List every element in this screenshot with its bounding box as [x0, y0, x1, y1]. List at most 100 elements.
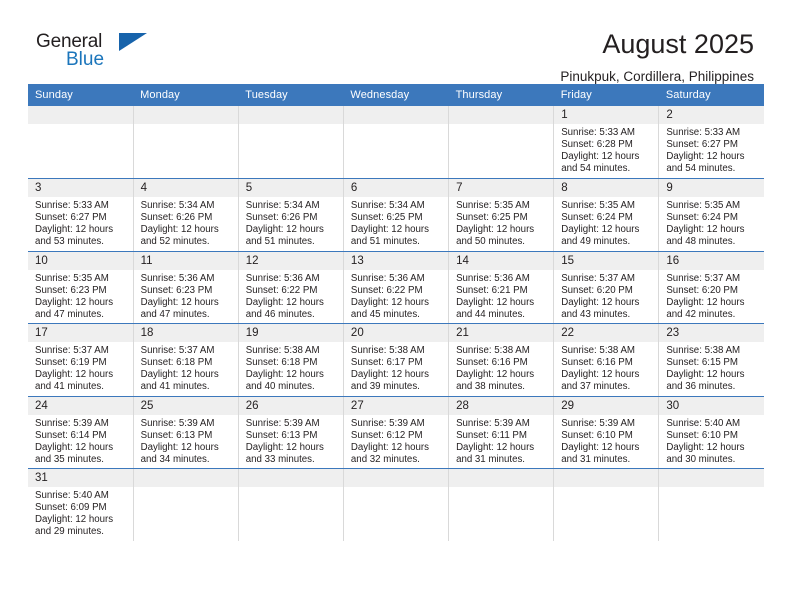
calendar-day-cell-empty — [658, 468, 764, 541]
day-sun-info: Sunrise: 5:39 AM Sunset: 6:13 PM Daylight:… — [239, 415, 343, 466]
day-sun-info: Sunrise: 5:38 AM Sunset: 6:15 PM Daylight:… — [659, 342, 764, 393]
calendar-day-cell[interactable]: 16 Sunrise: 5:37 AM Sunset: 6:20 PM Dayligh… — [658, 251, 764, 324]
sunrise-text: Sunrise: 5:38 AM — [245, 345, 320, 356]
calendar-day-cell[interactable]: 30 Sunrise: 5:40 AM Sunset: 6:10 PM Dayligh… — [658, 396, 764, 469]
calendar-week-row: 17 Sunrise: 5:37 AM Sunset: 6:19 PM Dayligh… — [28, 323, 764, 397]
calendar-day-cell-empty — [133, 468, 239, 541]
daylight-text: and 42 minutes. — [666, 308, 736, 320]
calendar-day-cell[interactable]: 27 Sunrise: 5:39 AM Sunset: 6:12 PM Dayligh… — [343, 396, 450, 469]
sunset-text: Sunset: 6:24 PM — [561, 212, 633, 224]
daylight-text: Daylight: 12 hours — [35, 296, 114, 308]
daylight-text: Daylight: 12 hours — [350, 441, 430, 453]
calendar-day-cell[interactable]: 10 Sunrise: 5:35 AM Sunset: 6:23 PM Dayligh… — [28, 251, 134, 324]
sunrise-text: Sunrise: 5:33 AM — [561, 127, 635, 138]
day-sun-info — [28, 124, 133, 127]
calendar-week-row: 1 Sunrise: 5:33 AM Sunset: 6:28 PM Daylight… — [28, 106, 764, 179]
daylight-text: and 44 minutes. — [456, 308, 525, 320]
calendar-day-cell[interactable]: 11 Sunrise: 5:36 AM Sunset: 6:23 PM Dayligh… — [133, 251, 239, 324]
day-sun-info — [134, 487, 238, 490]
calendar-day-cell[interactable]: 25 Sunrise: 5:39 AM Sunset: 6:13 PM Dayligh… — [133, 396, 239, 469]
sunrise-text: Sunrise: 5:37 AM — [666, 272, 741, 284]
day-number: 8 — [554, 179, 659, 197]
sunset-text: Sunset: 6:20 PM — [561, 284, 633, 296]
calendar-day-cell[interactable]: 21 Sunrise: 5:38 AM Sunset: 6:16 PM Dayligh… — [448, 323, 555, 397]
calendar-day-cell[interactable]: 24 Sunrise: 5:39 AM Sunset: 6:14 PM Dayligh… — [28, 396, 134, 469]
weekday-header-tuesday: Tuesday — [238, 84, 344, 106]
calendar-day-cell[interactable]: 3 Sunrise: 5:33 AM Sunset: 6:27 PM Daylight… — [28, 178, 134, 252]
calendar-day-cell[interactable]: 8 Sunrise: 5:35 AM Sunset: 6:24 PM Daylight… — [553, 178, 660, 252]
daylight-text: and 33 minutes. — [245, 453, 315, 465]
day-number: 31 — [28, 469, 133, 487]
day-sun-info: Sunrise: 5:38 AM Sunset: 6:16 PM Daylight:… — [449, 342, 553, 393]
calendar-day-cell[interactable]: 15 Sunrise: 5:37 AM Sunset: 6:20 PM Dayligh… — [553, 251, 660, 324]
calendar-day-cell[interactable]: 28 Sunrise: 5:39 AM Sunset: 6:11 PM Dayligh… — [448, 396, 555, 469]
day-sun-info: Sunrise: 5:39 AM Sunset: 6:11 PM Daylight:… — [449, 415, 553, 466]
calendar-day-cell[interactable]: 9 Sunrise: 5:35 AM Sunset: 6:24 PM Daylight… — [658, 178, 764, 252]
calendar-day-cell[interactable]: 6 Sunrise: 5:34 AM Sunset: 6:25 PM Daylight… — [343, 178, 450, 252]
day-number: 28 — [449, 396, 554, 415]
daylight-text: Daylight: 12 hours — [456, 441, 535, 453]
daylight-text: and 51 minutes. — [350, 236, 420, 248]
calendar-day-cell[interactable]: 13 Sunrise: 5:36 AM Sunset: 6:22 PM Dayligh… — [343, 251, 450, 324]
calendar-day-cell[interactable]: 12 Sunrise: 5:36 AM Sunset: 6:22 PM Dayligh… — [238, 251, 344, 324]
calendar-day-cell[interactable]: 1 Sunrise: 5:33 AM Sunset: 6:28 PM Daylight… — [553, 106, 660, 179]
sunrise-text: Sunrise: 5:37 AM — [140, 345, 215, 356]
daylight-text: Daylight: 12 hours — [561, 224, 640, 236]
calendar-day-cell[interactable]: 14 Sunrise: 5:36 AM Sunset: 6:21 PM Dayligh… — [448, 251, 555, 324]
daylight-text: Daylight: 12 hours — [350, 296, 430, 308]
daylight-text: Daylight: 12 hours — [561, 441, 640, 453]
day-sun-info: Sunrise: 5:35 AM Sunset: 6:24 PM Daylight:… — [659, 197, 764, 248]
day-sun-info: Sunrise: 5:34 AM Sunset: 6:26 PM Daylight:… — [134, 197, 238, 248]
calendar-day-cell[interactable]: 2 Sunrise: 5:33 AM Sunset: 6:27 PM Daylight… — [658, 106, 764, 179]
day-number: 23 — [659, 324, 764, 342]
day-number — [133, 469, 238, 487]
daylight-text: Daylight: 12 hours — [350, 224, 430, 236]
daylight-text: Daylight: 12 hours — [140, 296, 219, 308]
day-number: 2 — [659, 106, 764, 124]
sunset-text: Sunset: 6:12 PM — [350, 429, 423, 441]
sunrise-text: Sunrise: 5:33 AM — [666, 127, 741, 138]
calendar-day-cell[interactable]: 22 Sunrise: 5:38 AM Sunset: 6:16 PM Dayligh… — [553, 323, 660, 397]
daylight-text: Daylight: 12 hours — [140, 369, 219, 381]
calendar-day-cell[interactable]: 17 Sunrise: 5:37 AM Sunset: 6:19 PM Dayligh… — [28, 323, 134, 397]
calendar-day-cell[interactable]: 29 Sunrise: 5:39 AM Sunset: 6:10 PM Dayligh… — [553, 396, 660, 469]
sunrise-text: Sunrise: 5:38 AM — [561, 345, 635, 356]
day-number: 16 — [659, 251, 764, 270]
daylight-text: Daylight: 12 hours — [245, 369, 324, 381]
daylight-text: and 52 minutes. — [140, 236, 210, 248]
sunset-text: Sunset: 6:23 PM — [140, 284, 213, 296]
calendar-day-cell[interactable]: 23 Sunrise: 5:38 AM Sunset: 6:15 PM Dayligh… — [658, 323, 764, 397]
sunrise-text: Sunrise: 5:38 AM — [456, 345, 530, 356]
calendar-day-cell-empty — [238, 106, 344, 179]
daylight-text: Daylight: 12 hours — [245, 224, 324, 236]
daylight-text: and 36 minutes. — [666, 381, 736, 393]
day-sun-info: Sunrise: 5:37 AM Sunset: 6:20 PM Daylight:… — [659, 270, 764, 321]
sunrise-text: Sunrise: 5:35 AM — [456, 200, 530, 211]
sunrise-text: Sunrise: 5:39 AM — [561, 417, 635, 429]
calendar-day-cell[interactable]: 26 Sunrise: 5:39 AM Sunset: 6:13 PM Dayligh… — [238, 396, 344, 469]
day-sun-info: Sunrise: 5:33 AM Sunset: 6:27 PM Daylight:… — [28, 197, 133, 248]
calendar-day-cell-empty — [343, 468, 450, 541]
day-number: 10 — [28, 251, 133, 270]
day-number: 26 — [238, 396, 343, 415]
daylight-text: Daylight: 12 hours — [350, 369, 430, 381]
daylight-text: and 29 minutes. — [35, 526, 104, 538]
general-blue-logo[interactable]: General Blue — [36, 28, 166, 74]
calendar-day-cell[interactable]: 4 Sunrise: 5:34 AM Sunset: 6:26 PM Daylight… — [133, 178, 239, 252]
day-number: 12 — [238, 251, 343, 270]
calendar-week-row: 3 Sunrise: 5:33 AM Sunset: 6:27 PM Daylight… — [28, 178, 764, 252]
daylight-text: Daylight: 12 hours — [666, 369, 745, 381]
sunset-text: Sunset: 6:27 PM — [35, 212, 107, 224]
calendar-day-cell[interactable]: 7 Sunrise: 5:35 AM Sunset: 6:25 PM Daylight… — [448, 178, 555, 252]
day-sun-info: Sunrise: 5:38 AM Sunset: 6:17 PM Daylight:… — [344, 342, 448, 393]
calendar-day-cell[interactable]: 31 Sunrise: 5:40 AM Sunset: 6:09 PM Dayligh… — [28, 468, 134, 541]
calendar-day-cell[interactable]: 20 Sunrise: 5:38 AM Sunset: 6:17 PM Dayligh… — [343, 323, 450, 397]
daylight-text: Daylight: 12 hours — [666, 224, 745, 236]
sunrise-text: Sunrise: 5:34 AM — [350, 200, 425, 211]
calendar-day-cell[interactable]: 18 Sunrise: 5:37 AM Sunset: 6:18 PM Dayligh… — [133, 323, 239, 397]
calendar-day-cell[interactable]: 5 Sunrise: 5:34 AM Sunset: 6:26 PM Daylight… — [238, 178, 344, 252]
daylight-text: Daylight: 12 hours — [35, 224, 114, 236]
sunrise-text: Sunrise: 5:37 AM — [35, 345, 109, 356]
title-block: August 2025 Pinukpuk, Cordillera, Philip… — [560, 28, 756, 87]
calendar-day-cell[interactable]: 19 Sunrise: 5:38 AM Sunset: 6:18 PM Dayligh… — [238, 323, 344, 397]
